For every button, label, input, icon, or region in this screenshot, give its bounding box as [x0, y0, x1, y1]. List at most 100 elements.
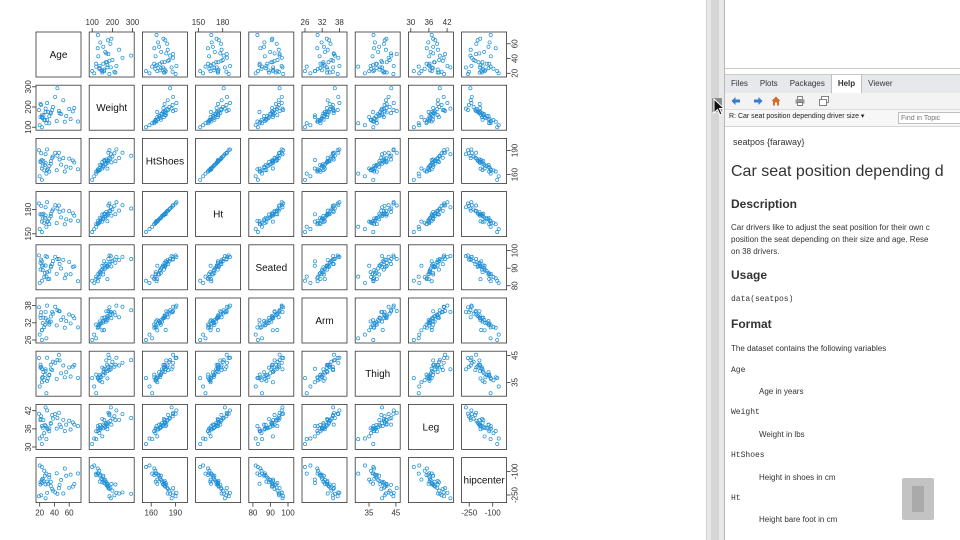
y-axis-tick-label: 20 — [510, 68, 519, 77]
format-heading: Format — [731, 317, 772, 331]
x-axis-tick-label: 20 — [35, 509, 44, 518]
x-axis-tick-label: 190 — [169, 509, 183, 518]
tab-help[interactable]: Help — [830, 75, 863, 93]
panel-HtShoes-Ht — [195, 137, 242, 184]
y-axis-tick-label: 180 — [24, 202, 33, 216]
y-axis-tick-label: 38 — [24, 301, 33, 310]
panel-Weight-Age — [35, 84, 82, 131]
panel-Weight-Thigh — [354, 84, 401, 131]
x-axis-tick-label: 36 — [424, 18, 433, 27]
x-axis-tick-label: 35 — [365, 509, 374, 518]
y-axis-tick-label: 90 — [510, 263, 519, 272]
x-axis-tick-label: 90 — [266, 509, 275, 518]
pane-splitter[interactable] — [706, 0, 725, 540]
plot-area: Age Weight HtShoes Ht Seated Arm Thigh Leg hipce… — [0, 0, 706, 540]
panel-Age-Arm — [301, 31, 348, 78]
help-toolbar — [725, 93, 960, 110]
variable-name: Weight — [731, 408, 760, 417]
variable-description: Weight in lbs — [759, 430, 805, 439]
y-axis-tick-label: 36 — [24, 424, 33, 433]
diagonal-label: Thigh — [365, 369, 390, 380]
x-axis-tick-label: 26 — [301, 18, 310, 27]
x-axis-tick-label: 180 — [216, 18, 230, 27]
x-axis-tick-label: 30 — [406, 18, 415, 27]
diagonal-label: hipcenter — [464, 476, 506, 487]
tab-viewer[interactable]: Viewer — [862, 75, 898, 93]
back-arrow-icon[interactable] — [731, 96, 741, 106]
variable-name: Age — [731, 366, 746, 375]
x-axis-tick-label: 300 — [126, 18, 140, 27]
y-axis-tick-label: 26 — [24, 335, 33, 344]
panel-Weight-hipcenter — [461, 84, 508, 131]
panel-Seated-Leg — [407, 244, 454, 291]
panel-Leg-Weight — [88, 403, 135, 450]
panel-Arm-Age — [35, 297, 82, 344]
panel-Thigh-Weight — [88, 350, 135, 397]
format-intro: The dataset contains the following varia… — [731, 344, 887, 353]
x-axis-tick-label: 60 — [65, 509, 74, 518]
panel-Ht-HtShoes — [141, 191, 188, 238]
watermark-logo — [902, 478, 934, 520]
new-window-icon[interactable] — [819, 96, 829, 106]
tab-files[interactable]: Files — [725, 75, 754, 93]
splitter-grip[interactable] — [711, 0, 719, 540]
usage-code: data(seatpos) — [731, 295, 794, 304]
x-axis-tick-label: 150 — [192, 18, 206, 27]
x-axis-tick-label: -250 — [461, 509, 478, 518]
y-axis-tick-label: 40 — [510, 54, 519, 63]
find-in-topic-input[interactable] — [898, 112, 960, 124]
y-axis-tick-label: 42 — [24, 406, 33, 415]
panel-Leg-Thigh — [354, 403, 401, 450]
x-axis-tick-label: 200 — [106, 18, 120, 27]
topic-bar: R: Car seat position depending driver si… — [725, 110, 960, 127]
diagonal-label: Weight — [96, 103, 127, 114]
panel-Thigh-Leg — [407, 350, 454, 397]
panel-hipcenter-Weight — [88, 457, 135, 504]
panel-Weight-Leg — [407, 84, 454, 131]
variable-name: Ht — [731, 494, 741, 503]
diagonal-label: Arm — [315, 316, 333, 327]
description-line-2: position the seat depending on their siz… — [731, 235, 929, 244]
variable-name: HtShoes — [731, 451, 765, 460]
x-axis-tick-label: 45 — [391, 509, 400, 518]
panel-HtShoes-Leg — [407, 137, 454, 184]
panel-Weight-Arm — [301, 84, 348, 131]
y-axis-tick-label: 80 — [510, 281, 519, 290]
pane-tabs: Files Plots Packages Help Viewer — [725, 74, 960, 94]
description-line-3: on 38 drivers. — [731, 247, 780, 256]
diagonal-label: Seated — [255, 263, 287, 274]
topic-select[interactable]: R: Car seat position depending driver si… — [729, 112, 864, 120]
x-axis-tick-label: 42 — [443, 18, 452, 27]
y-axis-tick-label: 300 — [24, 80, 33, 94]
x-axis-tick-label: 80 — [248, 509, 257, 518]
usage-heading: Usage — [731, 268, 768, 282]
panel-Leg-Seated — [248, 403, 295, 450]
panel-Age-Weight — [88, 31, 135, 78]
tab-packages[interactable]: Packages — [784, 75, 831, 93]
variable-description: Age in years — [759, 387, 804, 396]
tab-plots[interactable]: Plots — [754, 75, 784, 93]
x-axis-tick-label: 100 — [86, 18, 100, 27]
forward-arrow-icon[interactable] — [753, 96, 763, 106]
variable-description: Height bare foot in cm — [759, 515, 838, 524]
y-axis-tick-label: -250 — [510, 486, 519, 503]
x-axis-tick-label: 160 — [145, 509, 159, 518]
print-icon[interactable] — [795, 96, 805, 106]
y-axis-tick-label: 200 — [24, 100, 33, 114]
diagonal-label: HtShoes — [146, 156, 184, 167]
help-pane: Files Plots Packages Help Viewer R: Car … — [724, 0, 960, 540]
y-axis-tick-label: 190 — [510, 143, 519, 157]
description-line-1: Car drivers like to adjust the seat posi… — [731, 223, 930, 232]
panel-HtShoes-hipcenter — [461, 137, 508, 184]
y-axis-tick-label: 30 — [24, 442, 33, 451]
y-axis-tick-label: 160 — [510, 167, 519, 181]
y-axis-tick-label: 100 — [510, 243, 519, 257]
y-axis-tick-label: 150 — [24, 227, 33, 241]
help-title: Car seat position depending d — [731, 163, 944, 180]
panel-Arm-Weight — [88, 297, 135, 344]
description-heading: Description — [731, 197, 798, 211]
x-axis-tick-label: 38 — [335, 18, 344, 27]
y-axis-tick-label: 45 — [510, 351, 519, 360]
y-axis-tick-label: 35 — [510, 377, 519, 386]
home-icon[interactable] — [771, 96, 781, 106]
